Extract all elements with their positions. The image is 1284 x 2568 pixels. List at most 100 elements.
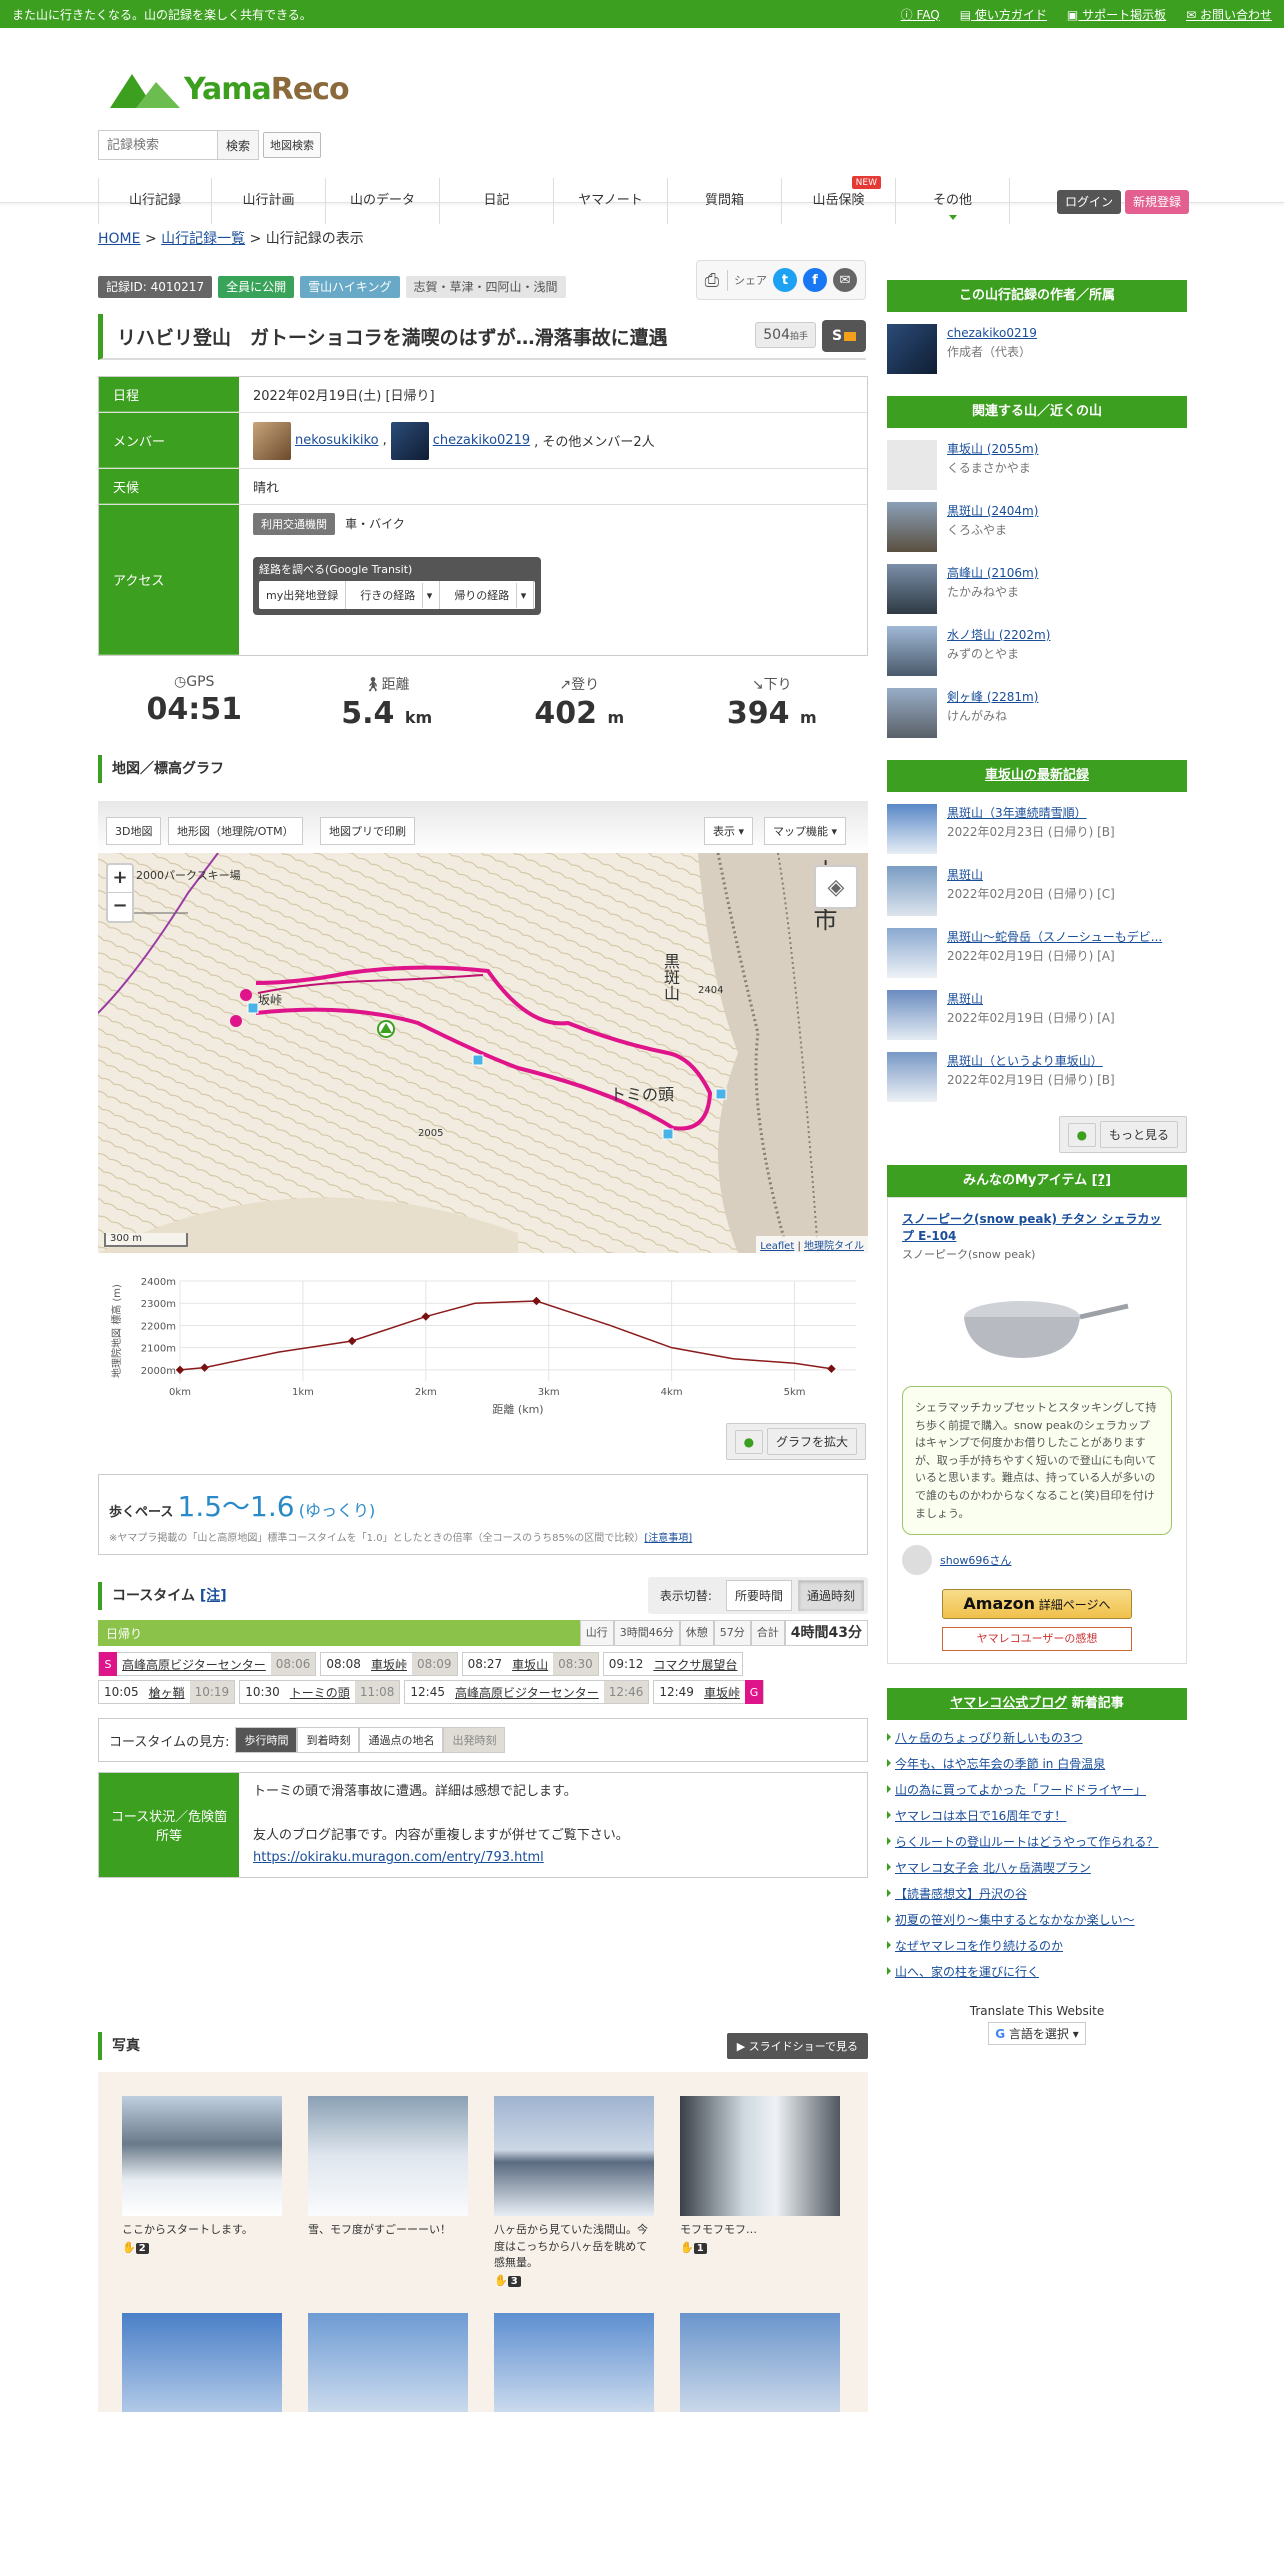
point-name-link[interactable]: 槍ヶ鞘 [144,1684,190,1701]
nav-insurance[interactable]: 山岳保険 NEW [782,176,896,224]
blog-item[interactable]: 【読書感想文】丹沢の谷 [887,1885,1187,1902]
blog-item-link[interactable]: ヤマレコは本日で16周年です！ [895,1809,1066,1823]
author-link[interactable]: chezakiko0219 [947,326,1037,340]
blog-item-link[interactable]: なぜヤマレコを作り続けるのか [895,1939,1063,1953]
record-link[interactable]: 黒斑山〜蛇骨岳（スノーシューもデビ... [947,930,1162,944]
breadcrumb-home[interactable]: HOME [98,231,140,247]
nav-records[interactable]: 山行記録 [98,178,212,224]
blog-item-link[interactable]: 今年も、はや忘年会の季節 in 白骨温泉 [895,1757,1105,1771]
photo-item[interactable]: モフモフモフ… ✋ 1 [680,2096,840,2287]
point-name-link[interactable]: 車坂峠 [366,1656,412,1673]
blog-item-link[interactable]: 初夏の笹刈り～集中するとなかなか楽しい～ [895,1913,1135,1927]
blog-item-link[interactable]: 山へ、家の柱を運びに行く [895,1965,1039,1979]
blog-item[interactable]: ヤマレコ女子会 北八ヶ岳満喫プラン [887,1859,1187,1876]
blog-item-link[interactable]: 八ヶ岳のちょっぴり新しいもの3つ [895,1731,1083,1745]
point-name-link[interactable]: 車坂峠 [699,1684,745,1701]
toggle-duration[interactable]: 所要時間 [725,1580,792,1611]
avatar[interactable] [390,421,429,460]
activity-type-tag[interactable]: 雪山ハイキング [300,276,400,298]
claps-badge[interactable]: 504拍手 [755,322,816,348]
record-link[interactable]: 黒斑山 [947,868,983,882]
point-name-link[interactable]: トーミの頭 [285,1684,355,1701]
breadcrumb-list[interactable]: 山行記録一覧 [161,231,245,247]
blog-item[interactable]: 八ヶ岳のちょっぴり新しいもの3つ [887,1729,1187,1746]
zoom-out-button[interactable]: − [108,893,132,921]
photo-item[interactable]: 八ヶ岳から見ていた浅間山。今度はこっちから八ヶ岳を眺めて感無量。 ✋ 3 [494,2096,654,2287]
blog-item-link[interactable]: ヤマレコ女子会 北八ヶ岳満喫プラン [895,1861,1091,1875]
slideshow-button[interactable]: ▶ スライドショーで見る [726,2033,868,2060]
course-note-link[interactable]: [注] [200,1588,227,1604]
blog-item-link[interactable]: らくルートの登山ルートはどうやって作られる？ [895,1835,1158,1849]
mountain-link[interactable]: 剣ヶ峰 (2281m) [947,690,1038,704]
login-button[interactable]: ログイン [1057,190,1122,214]
blog-link[interactable]: https://okiraku.muragon.com/entry/793.ht… [253,1850,544,1865]
photo-item[interactable] [494,2312,654,2413]
blog-item[interactable]: 山の為に買ってよかった「フードドライヤー」 [887,1781,1187,1798]
print-icon[interactable]: ⎙ [705,269,728,291]
faq-link[interactable]: ⓘ FAQ [901,6,940,23]
support-link[interactable]: ▣ サポート掲示板 [1067,6,1166,23]
language-select[interactable]: G 言語を選択 ▾ [988,2022,1086,2046]
search-button[interactable]: 検索 [217,130,260,160]
item-link[interactable]: スノーピーク(snow peak) チタン シェラカップ E-104 [902,1210,1172,1244]
zoom-in-button[interactable]: + [108,865,132,893]
nav-diary[interactable]: 日記 [440,178,554,224]
nav-yamanote[interactable]: ヤマノート [554,178,668,224]
member-link[interactable]: nekosukikiko [295,433,379,448]
record-link[interactable]: 黒斑山（3年連続晴雪順） [947,806,1087,820]
blog-item[interactable]: なぜヤマレコを作り続けるのか [887,1937,1187,1954]
nav-mountain-data[interactable]: 山のデータ [326,178,440,224]
map-function-dropdown[interactable]: マップ機能 ▾ [764,817,847,845]
photo-item[interactable] [122,2312,282,2413]
point-name-link[interactable]: コマクサ展望台 [648,1656,742,1673]
blog-item[interactable]: 今年も、はや忘年会の季節 in 白骨温泉 [887,1755,1187,1772]
pace-note-link[interactable]: [注意事項] [644,1533,692,1544]
member-link[interactable]: chezakiko0219 [433,433,530,448]
nav-others[interactable]: その他 [896,178,1010,224]
blog-item[interactable]: 山へ、家の柱を運びに行く [887,1963,1187,1980]
enlarge-graph-button[interactable]: ● グラフを拡大 [725,1423,866,1460]
guide-link[interactable]: ▤ 使い方ガイド [960,6,1047,23]
toggle-passtime[interactable]: 通過時刻 [797,1580,864,1611]
mail-share-icon[interactable]: ✉ [833,268,857,292]
layers-icon[interactable]: ◈ [814,865,858,909]
blog-item-link[interactable]: 山の為に買ってよかった「フードドライヤー」 [895,1783,1146,1797]
blog-item[interactable]: ヤマレコは本日で16周年です！ [887,1807,1187,1824]
point-name-link[interactable]: 高峰高原ビジターセンター [450,1684,604,1701]
avatar[interactable] [902,1545,932,1576]
blog-item[interactable]: 初夏の笹刈り～集中するとなかなか楽しい～ [887,1911,1187,1928]
photo-item[interactable] [308,2312,468,2413]
photo-item[interactable]: ここからスタートします。 ✋ 2 [122,2096,282,2287]
more-button[interactable]: ● もっと見る [1058,1116,1187,1153]
register-origin-button[interactable]: my出発地登録 [259,581,347,609]
blog-item-link[interactable]: 【読書感想文】丹沢の谷 [895,1887,1027,1901]
nav-plans[interactable]: 山行計画 [212,178,326,224]
record-link[interactable]: 黒斑山 [947,992,983,1006]
blog-item[interactable]: らくルートの登山ルートはどうやって作られる？ [887,1833,1187,1850]
point-name-link[interactable]: 高峰高原ビジターセンター [117,1656,271,1673]
yamareco-logo[interactable]: YamaReco [110,70,350,108]
review-button[interactable]: ヤマレコユーザーの感想 [942,1627,1132,1652]
map-search-button[interactable]: 地図検索 [263,132,322,158]
search-input[interactable] [98,130,218,160]
topo-map-button[interactable]: 地形図（地理院/OTM） [168,817,303,845]
amazon-button[interactable]: Amazon 詳細ページへ [942,1589,1132,1620]
nav-questions[interactable]: 質問箱 [668,178,782,224]
contact-link[interactable]: ✉ お問い合わせ [1186,6,1272,23]
route-map[interactable]: +− 2000パークスキー場 坂峠 黒斑山 2404 2005 トミの頭 小諸市… [98,853,868,1253]
3d-map-button[interactable]: 3D地図 [106,817,162,845]
print-map-button[interactable]: 地図プリで印刷 [320,817,415,845]
mountain-link[interactable]: 高峰山 (2106m) [947,566,1038,580]
photo-item[interactable] [680,2312,840,2413]
outbound-route-button[interactable]: 行きの経路 ▾ [346,581,441,609]
return-route-button[interactable]: 帰りの経路 ▾ [440,581,535,609]
mountain-link[interactable]: 車坂山 (2055m) [947,442,1038,456]
mountain-link[interactable]: 黒斑山 (2404m) [947,504,1038,518]
twitter-icon[interactable]: t [773,268,797,292]
point-name-link[interactable]: 車坂山 [507,1656,553,1673]
avatar[interactable] [887,324,937,374]
record-link[interactable]: 黒斑山（というより車坂山） [947,1054,1103,1068]
facebook-icon[interactable]: f [803,268,827,292]
mountain-link[interactable]: 水ノ塔山 (2202m) [947,628,1050,642]
avatar[interactable] [253,421,291,460]
